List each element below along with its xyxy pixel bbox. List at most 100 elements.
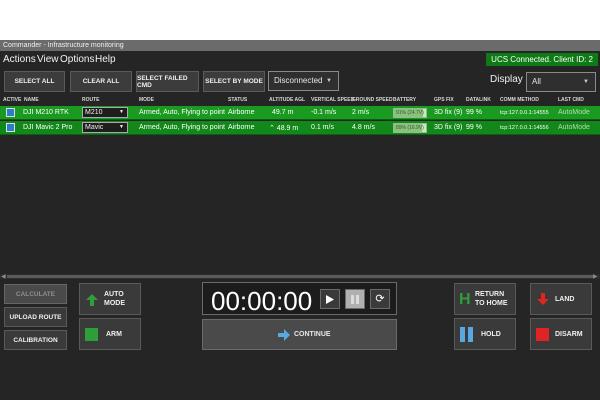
display-label: Display [490, 74, 523, 85]
hold-button[interactable]: HOLD [454, 318, 516, 350]
select-by-mode-button[interactable]: SELECT BY MODE [203, 71, 265, 92]
last-cmd-cell: AutoMode [558, 109, 590, 116]
col-route[interactable]: ROUTE [82, 97, 100, 103]
hold-label: HOLD [481, 330, 501, 338]
table-row[interactable]: DJI M210 RTK M210 ▼ Armed, Auto, Flying … [0, 106, 600, 120]
col-comm-method[interactable]: COMM METHOD [500, 97, 539, 103]
connection-filter-value: Disconnected [274, 76, 323, 85]
datalink-cell: 99 % [466, 109, 482, 116]
col-active[interactable]: ACTIVE [3, 97, 21, 103]
col-ground-speed[interactable]: GROUND SPEED [352, 97, 393, 103]
col-vertical-speed[interactable]: VERTICAL SPEED [311, 97, 354, 103]
col-datalink[interactable]: DATALINK [466, 97, 491, 103]
col-altitude[interactable]: ALTITUDE AGL [269, 97, 305, 103]
calibration-button[interactable]: CALIBRATION [4, 330, 67, 350]
arrow-right-icon [278, 329, 290, 341]
battery-bar: 89% (16.9V) [393, 123, 427, 133]
mode-cell: Armed, Auto, Flying to point [139, 109, 225, 116]
chevron-down-icon: ▼ [119, 124, 124, 130]
select-failed-cmd-button[interactable]: SELECT FAILED CMD [136, 71, 199, 92]
vertical-speed-cell: -0.1 m/s [311, 109, 337, 116]
menu-help[interactable]: Help [95, 54, 116, 65]
route-select-value: Mavic [85, 124, 104, 131]
col-status[interactable]: STATUS [228, 97, 247, 103]
home-h-icon: H [459, 291, 471, 308]
refresh-icon: ⟳ [375, 292, 385, 305]
pause-icon [351, 294, 359, 304]
pause-button[interactable] [345, 289, 365, 309]
arrow-up-icon [86, 294, 98, 306]
select-all-button[interactable]: SELECT ALL [4, 71, 65, 92]
chevron-down-icon: ▼ [326, 78, 332, 84]
col-gps-fix[interactable]: GPS FIX [434, 97, 454, 103]
menu-options[interactable]: Options [60, 54, 94, 65]
table-row[interactable]: DJI Mavic 2 Pro Mavic ▼ Armed, Auto, Fly… [0, 121, 600, 135]
arm-label: ARM [106, 330, 122, 338]
return-label-1: RETURN [475, 291, 505, 298]
return-to-home-button[interactable]: H RETURN TO HOME [454, 283, 516, 315]
scroll-left-icon[interactable]: ◀ [1, 273, 6, 280]
stop-square-icon [536, 328, 549, 341]
arm-button[interactable]: ARM [79, 318, 141, 350]
menu-view[interactable]: View [37, 54, 59, 65]
col-mode[interactable]: MODE [139, 97, 154, 103]
play-icon [326, 294, 334, 304]
route-select[interactable]: M210 ▼ [82, 107, 128, 118]
battery-text: 91% (24.7V) [396, 110, 424, 116]
route-select[interactable]: Mavic ▼ [82, 122, 128, 133]
mission-timer: 00:00:00 ⟳ [202, 282, 397, 316]
gps-fix-cell: 3D fix (9) [434, 124, 463, 131]
route-select-value: M210 [85, 109, 103, 116]
refresh-button[interactable]: ⟳ [370, 289, 390, 309]
upload-route-button[interactable]: UPLOAD ROUTE [4, 307, 67, 327]
continue-label: CONTINUE [294, 331, 331, 338]
disarm-button[interactable]: DISARM [530, 318, 592, 350]
clear-all-button[interactable]: CLEAR ALL [70, 71, 132, 92]
altitude-cell: 49.7 m [272, 109, 294, 116]
calculate-button[interactable]: CALCULATE [4, 284, 67, 304]
auto-mode-button[interactable]: AUTO MODE [79, 283, 141, 315]
land-label: LAND [555, 295, 575, 303]
display-select-value: All [532, 77, 541, 86]
comm-method-cell: tcp:127.0.0.1:14555 [500, 110, 549, 116]
auto-mode-label-1: AUTO [104, 291, 124, 298]
vertical-speed-cell: 0.1 m/s [311, 124, 334, 131]
timer-display: 00:00:00 [211, 286, 313, 316]
menu-actions[interactable]: Actions [3, 54, 36, 65]
scroll-right-icon[interactable]: ▶ [593, 273, 598, 280]
active-checkbox[interactable] [6, 123, 15, 132]
play-button[interactable] [320, 289, 340, 309]
table-header: ACTIVE NAME ROUTE MODE STATUS ALTITUDE A… [0, 96, 600, 106]
mode-cell: Armed, Auto, Flying to point [139, 124, 225, 131]
land-button[interactable]: LAND [530, 283, 592, 315]
comm-method-cell: tcp:127.0.0.1:14556 [500, 125, 549, 131]
battery-bar: 91% (24.7V) [393, 108, 427, 118]
col-name[interactable]: NAME [24, 97, 39, 103]
status-cell: Airborne [228, 124, 255, 131]
chevron-down-icon: ▼ [119, 109, 124, 115]
status-cell: Airborne [228, 109, 255, 116]
ground-speed-cell: 2 m/s [352, 109, 370, 116]
connection-status-badge: UCS Connected. Client ID: 2 [486, 53, 598, 66]
altitude-cell: ⌃ 48.9 m [269, 125, 299, 132]
vehicle-name: DJI Mavic 2 Pro [23, 124, 73, 131]
active-checkbox[interactable] [6, 108, 15, 117]
continue-button[interactable]: CONTINUE [202, 319, 397, 350]
disarm-label: DISARM [555, 330, 583, 338]
datalink-cell: 99 % [466, 124, 482, 131]
col-last-cmd[interactable]: LAST CMD [558, 97, 584, 103]
last-cmd-cell: AutoMode [558, 124, 590, 131]
ground-speed-cell: 4.8 m/s [352, 124, 375, 131]
square-icon [85, 328, 98, 341]
battery-text: 89% (16.9V) [396, 125, 424, 131]
col-battery[interactable]: BATTERY [393, 97, 416, 103]
chevron-down-icon: ▼ [583, 79, 589, 85]
vehicle-name: DJI M210 RTK [23, 109, 69, 116]
return-label-2: TO HOME [475, 300, 508, 307]
auto-mode-label-2: MODE [104, 300, 125, 307]
display-select[interactable]: All ▼ [526, 72, 596, 92]
connection-filter-select[interactable]: Disconnected ▼ [268, 71, 339, 91]
gps-fix-cell: 3D fix (9) [434, 109, 463, 116]
scrollbar-thumb[interactable] [7, 275, 593, 278]
window-title: Commander - Infrastructure monitoring [0, 40, 600, 51]
